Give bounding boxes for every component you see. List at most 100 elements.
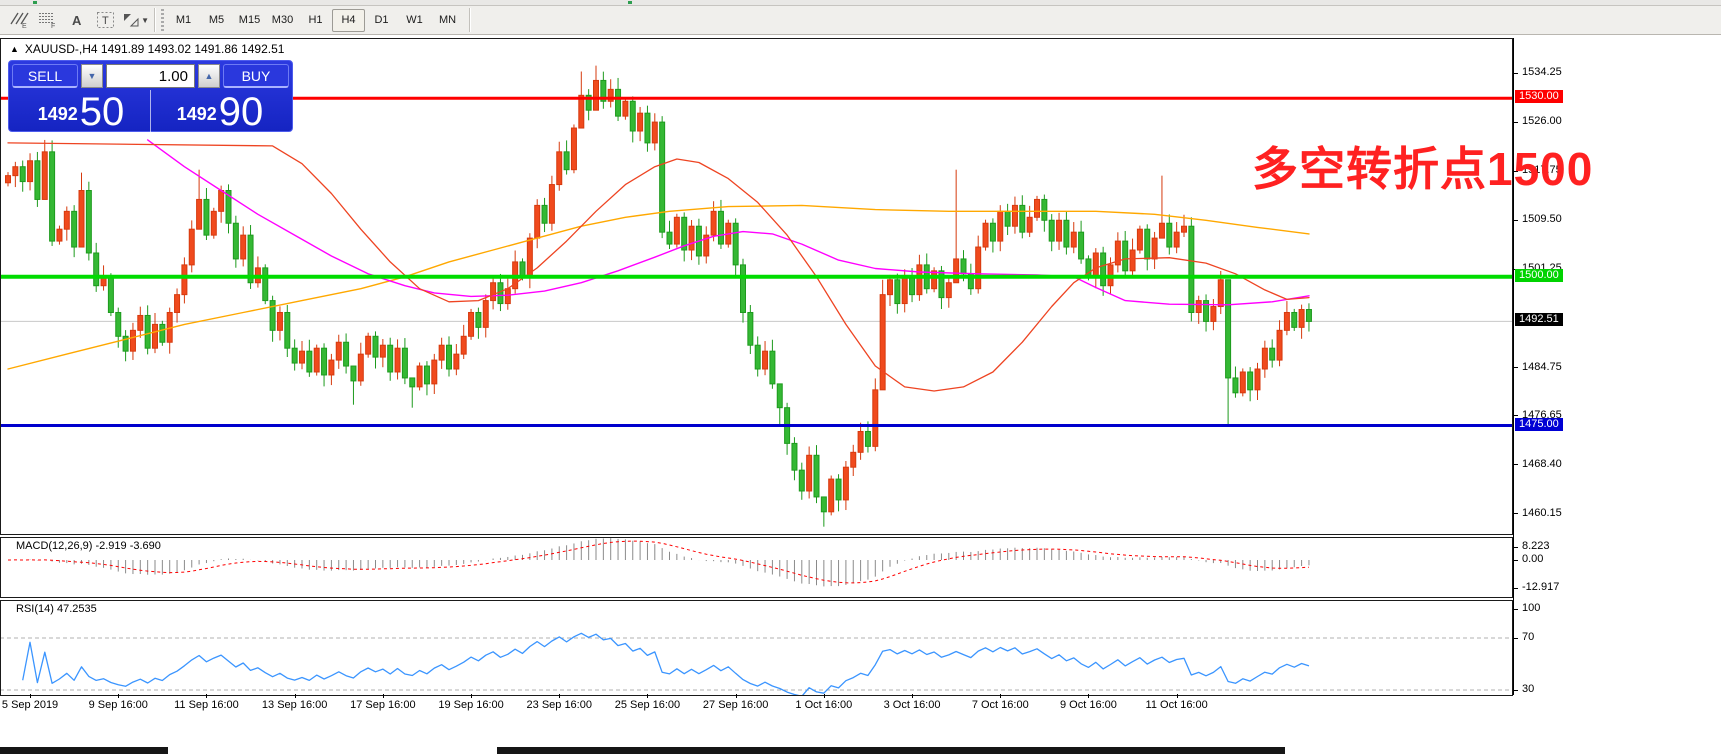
rsi-tick [1514, 638, 1518, 639]
price-tick-label: 1468.40 [1522, 457, 1562, 470]
time-axis-label: 13 Sep 16:00 [261, 699, 328, 711]
chart-header: ▲ XAUUSD-,H4 1491.89 1493.02 1491.86 149… [10, 42, 284, 56]
sell-price-pips: 50 [79, 90, 125, 135]
macd-tick [1514, 547, 1518, 548]
fibonacci-retracement-tool[interactable]: F [33, 8, 62, 32]
chart-annotation-text: 多空转折点1500 [1252, 143, 1594, 195]
time-axis-label: 11 Oct 16:00 [1145, 699, 1208, 711]
time-tick [559, 694, 561, 698]
ma-fast-redorange [7, 142, 1310, 392]
buy-price-big-figure: 1492 [176, 104, 217, 124]
rsi-tick [1514, 609, 1518, 610]
chart-toolbar: E F A T ▼ M1 M5 M15 M30 H1 H4 D1 W1 MN [0, 6, 1721, 35]
macd-tick [1514, 588, 1518, 589]
toolbar-fragment [628, 1, 632, 4]
volume-input[interactable] [106, 64, 195, 88]
clipped-bottom-bar-segment [0, 747, 168, 754]
timeframe-button-MN[interactable]: MN [431, 9, 464, 32]
time-axis-label: 1 Oct 16:00 [795, 699, 853, 711]
time-axis-label: 23 Sep 16:00 [526, 699, 592, 711]
svg-text:F: F [51, 23, 55, 30]
timeframe-button-D1[interactable]: D1 [365, 9, 398, 32]
time-tick [912, 694, 914, 698]
price-tick-label: 1509.50 [1522, 213, 1562, 226]
ma-slow-orange [7, 204, 1310, 370]
time-axis-label: 19 Sep 16:00 [438, 699, 504, 711]
time-axis-label: 9 Oct 16:00 [1060, 699, 1117, 711]
text-box-tool[interactable]: T [91, 8, 120, 32]
volume-increase-button[interactable]: ▲ [198, 64, 220, 88]
svg-text:E: E [22, 23, 27, 30]
time-tick [118, 694, 120, 698]
svg-text:T: T [102, 15, 109, 27]
timeframe-button-H1[interactable]: H1 [299, 9, 332, 32]
rsi-axis-label: 30 [1522, 683, 1535, 695]
toolbar-separator [469, 8, 470, 32]
time-axis-label: 17 Sep 16:00 [350, 699, 416, 711]
time-tick [1000, 694, 1002, 698]
time-tick [1088, 694, 1090, 698]
equidistant-channel-tool-icon: E [9, 12, 29, 30]
price-level-label-1492.51: 1492.51 [1515, 313, 1563, 327]
time-tick [294, 694, 296, 698]
time-axis-label: 3 Oct 16:00 [883, 699, 941, 711]
buy-button[interactable]: BUY [223, 64, 289, 88]
price-level-label-1530.00: 1530.00 [1515, 90, 1563, 104]
price-tick [1514, 415, 1518, 417]
time-tick [206, 694, 208, 698]
macd-indicator-pane[interactable] [0, 537, 1513, 598]
sell-price-big-figure: 1492 [37, 104, 78, 124]
price-level-label-1475.00: 1475.00 [1515, 417, 1563, 431]
time-axis-label: 27 Sep 16:00 [702, 699, 769, 711]
time-axis-label: 9 Sep 16:00 [88, 699, 148, 711]
text-label-tool[interactable]: A [62, 8, 91, 32]
price-tick [1514, 367, 1518, 369]
time-tick [647, 694, 649, 698]
symbol-ohlc-readout: XAUUSD-,H4 1491.89 1493.02 1491.86 1492.… [24, 42, 285, 56]
timeframe-button-M5[interactable]: M5 [200, 9, 233, 32]
time-tick [471, 694, 473, 698]
sell-price[interactable]: 1492 50 [12, 90, 150, 132]
price-tick-label: 1534.25 [1522, 66, 1562, 78]
clipped-bottom-bar-segment [497, 747, 1285, 754]
toolbar-fragment [33, 1, 37, 4]
rsi-axis-label: 70 [1522, 631, 1535, 643]
toolbar-separator [154, 8, 155, 32]
rsi-label: RSI(14) 47.2535 [16, 603, 97, 615]
time-axis-label: 11 Sep 16:00 [174, 699, 239, 711]
equidistant-channel-tool[interactable]: E [4, 8, 33, 32]
timeframe-button-M1[interactable]: M1 [167, 9, 200, 32]
rsi-axis-label: 100 [1522, 602, 1541, 614]
time-tick [823, 694, 825, 698]
sell-button[interactable]: SELL [12, 64, 78, 88]
timeframe-button-W1[interactable]: W1 [398, 9, 431, 32]
time-axis[interactable]: 5 Sep 2019 9 Sep 16:00 11 Sep 16:00 13 Sep … [0, 694, 1513, 719]
time-tick [1176, 694, 1178, 698]
buy-price[interactable]: 1492 90 [150, 90, 289, 132]
macd-axis-label: -12.917 [1522, 581, 1560, 593]
timeframe-button-M30[interactable]: M30 [266, 9, 299, 32]
toolbar-drag-handle[interactable] [161, 9, 164, 31]
svg-text:A: A [72, 13, 82, 28]
arrow-tools[interactable]: ▼ [120, 8, 149, 32]
price-tick [1514, 464, 1518, 466]
collapse-triangle-icon[interactable]: ▲ [10, 44, 19, 54]
price-tick [1514, 219, 1518, 221]
macd-axis-label: 0.00 [1522, 553, 1544, 565]
timeframe-button-H4[interactable]: H4 [332, 8, 365, 32]
drawing-tools-group: E F A T ▼ [4, 8, 149, 32]
buy-price-pips: 90 [218, 90, 264, 135]
time-axis-label: 25 Sep 16:00 [614, 699, 681, 711]
price-tick-label: 1460.15 [1522, 506, 1562, 519]
price-tick [1514, 513, 1518, 515]
rsi-indicator-pane[interactable] [0, 600, 1513, 696]
macd-axis-label: 8.223 [1522, 540, 1550, 552]
macd-signal-line [7, 540, 1310, 584]
rsi-tick [1514, 690, 1518, 691]
dropdown-caret-icon[interactable]: ▼ [141, 16, 149, 25]
volume-decrease-button[interactable]: ▼ [81, 64, 103, 88]
price-level-label-1500.00: 1500.00 [1515, 268, 1563, 282]
timeframe-button-M15[interactable]: M15 [233, 9, 266, 32]
price-tick-label: 1526.00 [1522, 115, 1562, 128]
time-tick [735, 694, 737, 698]
